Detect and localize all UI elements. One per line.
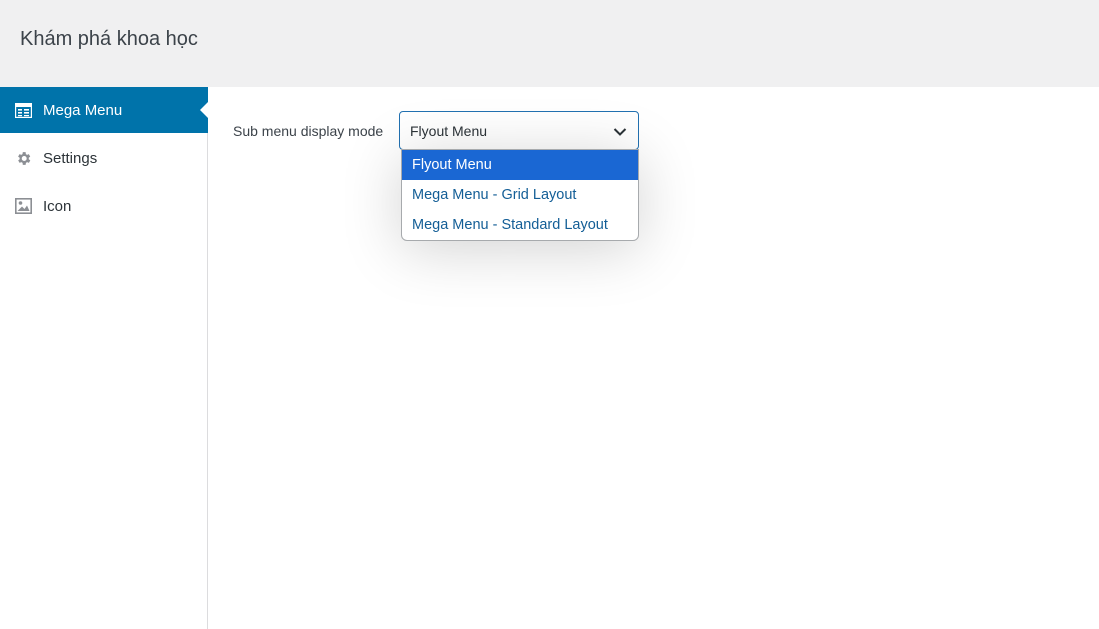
mega-menu-icon bbox=[14, 101, 32, 119]
option-mega-menu-standard[interactable]: Mega Menu - Standard Layout bbox=[402, 210, 638, 240]
sidebar-item-icon[interactable]: Icon bbox=[0, 183, 208, 229]
sub-menu-mode-select[interactable]: Flyout Menu bbox=[399, 111, 639, 150]
gear-icon bbox=[14, 149, 32, 167]
sidebar-item-mega-menu[interactable]: Mega Menu bbox=[0, 87, 208, 133]
select-dropdown-list: Flyout Menu Mega Menu - Grid Layout Mega… bbox=[401, 149, 639, 241]
sidebar-item-label: Settings bbox=[43, 149, 98, 167]
sidebar: Mega Menu Settings Icon bbox=[0, 87, 208, 629]
main-content: Sub menu display mode Flyout Menu Flyout… bbox=[208, 87, 1099, 629]
image-icon bbox=[14, 197, 32, 215]
option-mega-menu-grid[interactable]: Mega Menu - Grid Layout bbox=[402, 180, 638, 210]
select-value: Flyout Menu bbox=[410, 122, 488, 139]
sub-menu-mode-label: Sub menu display mode bbox=[233, 123, 384, 139]
sidebar-item-label: Icon bbox=[43, 197, 72, 215]
sidebar-item-label: Mega Menu bbox=[43, 101, 123, 119]
chevron-down-icon bbox=[613, 124, 627, 140]
sidebar-item-settings[interactable]: Settings bbox=[0, 135, 208, 181]
option-flyout-menu[interactable]: Flyout Menu bbox=[402, 150, 638, 180]
page-title: Khám phá khoa học bbox=[20, 28, 198, 50]
header: Khám phá khoa học bbox=[0, 0, 1099, 87]
